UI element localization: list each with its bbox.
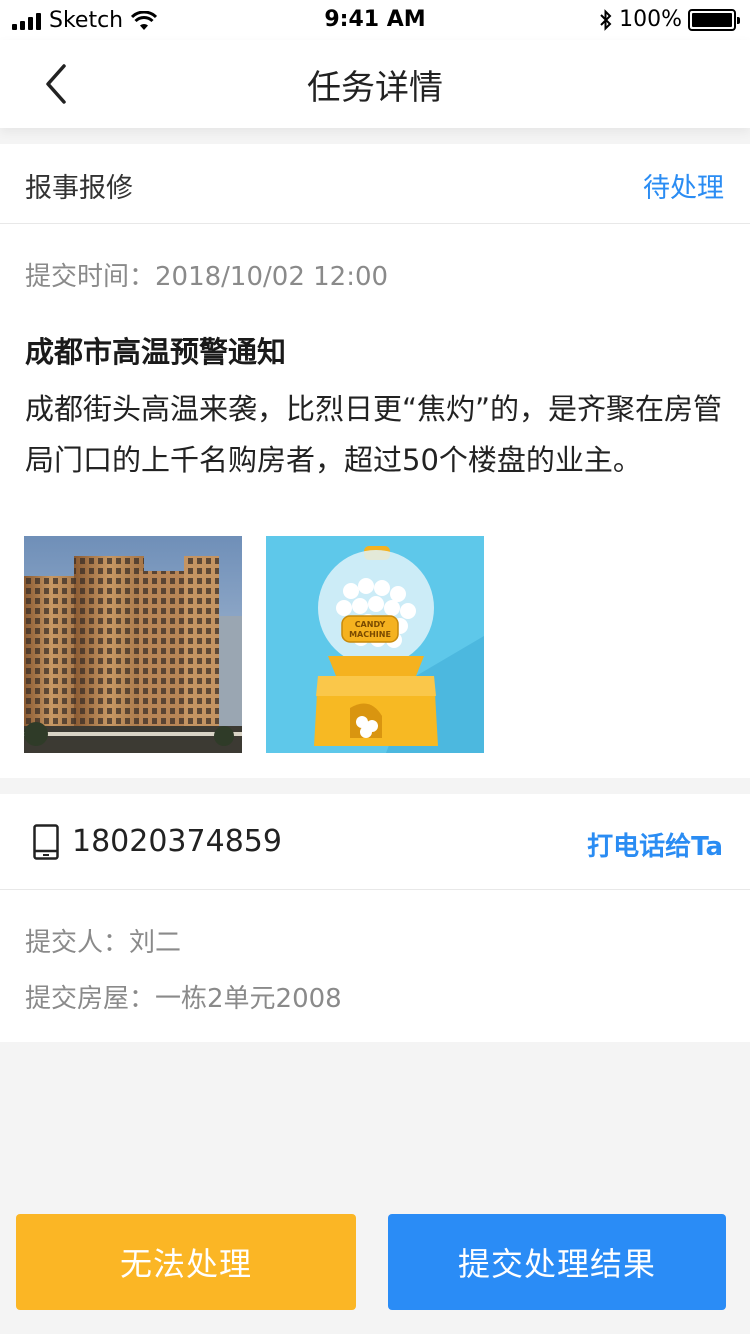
call-button[interactable]: 打电话给Ta — [587, 826, 723, 863]
notice-body: 成都街头高温来袭，比烈日更“焦灼”的，是齐聚在房管局门口的上千名购房者，超过50… — [25, 392, 723, 477]
building-photo[interactable] — [24, 536, 242, 753]
battery-icon — [688, 8, 740, 31]
bluetooth-icon — [600, 8, 612, 31]
cannot-process-button[interactable]: 无法处理 — [16, 1214, 356, 1310]
building-photo-image — [24, 536, 242, 753]
submitter: 提交人：刘二 — [25, 928, 182, 958]
battery-percent: 100% — [619, 7, 682, 32]
phone-row: 18020374859 打电话给Ta — [0, 794, 750, 890]
candy-machine-photo[interactable]: CANDY MACHINE — [266, 536, 484, 753]
submit-result-button[interactable]: 提交处理结果 — [388, 1214, 726, 1310]
submit-time: 提交时间：2018/10/02 12:00 — [25, 262, 389, 292]
notice-title: 成都市高温预警通知 — [25, 335, 287, 369]
task-card: 报事报修 待处理 提交时间：2018/10/02 12:00 成都市高温预警通知… — [0, 144, 750, 778]
status-bar-right: 100% — [599, 7, 740, 32]
mobile-phone-icon — [33, 824, 59, 860]
candy-label-line1: CANDY — [355, 620, 386, 629]
candy-label-line2: MACHINE — [349, 630, 391, 639]
status-bar: Sketch 9:41 AM 100% — [0, 0, 750, 40]
nav-bar: 任务详情 — [0, 40, 750, 128]
candy-machine-image: CANDY MACHINE — [266, 536, 484, 753]
task-type: 报事报修 — [25, 173, 133, 204]
submitted-house: 提交房屋：一栋2单元2008 — [25, 984, 342, 1014]
phone-number: 18020374859 — [72, 824, 282, 859]
task-header-row: 报事报修 待处理 — [0, 144, 750, 224]
contact-card: 18020374859 打电话给Ta 提交人：刘二 提交房屋：一栋2单元2008 — [0, 794, 750, 1042]
status-badge: 待处理 — [643, 173, 724, 204]
page-title: 任务详情 — [307, 68, 443, 108]
